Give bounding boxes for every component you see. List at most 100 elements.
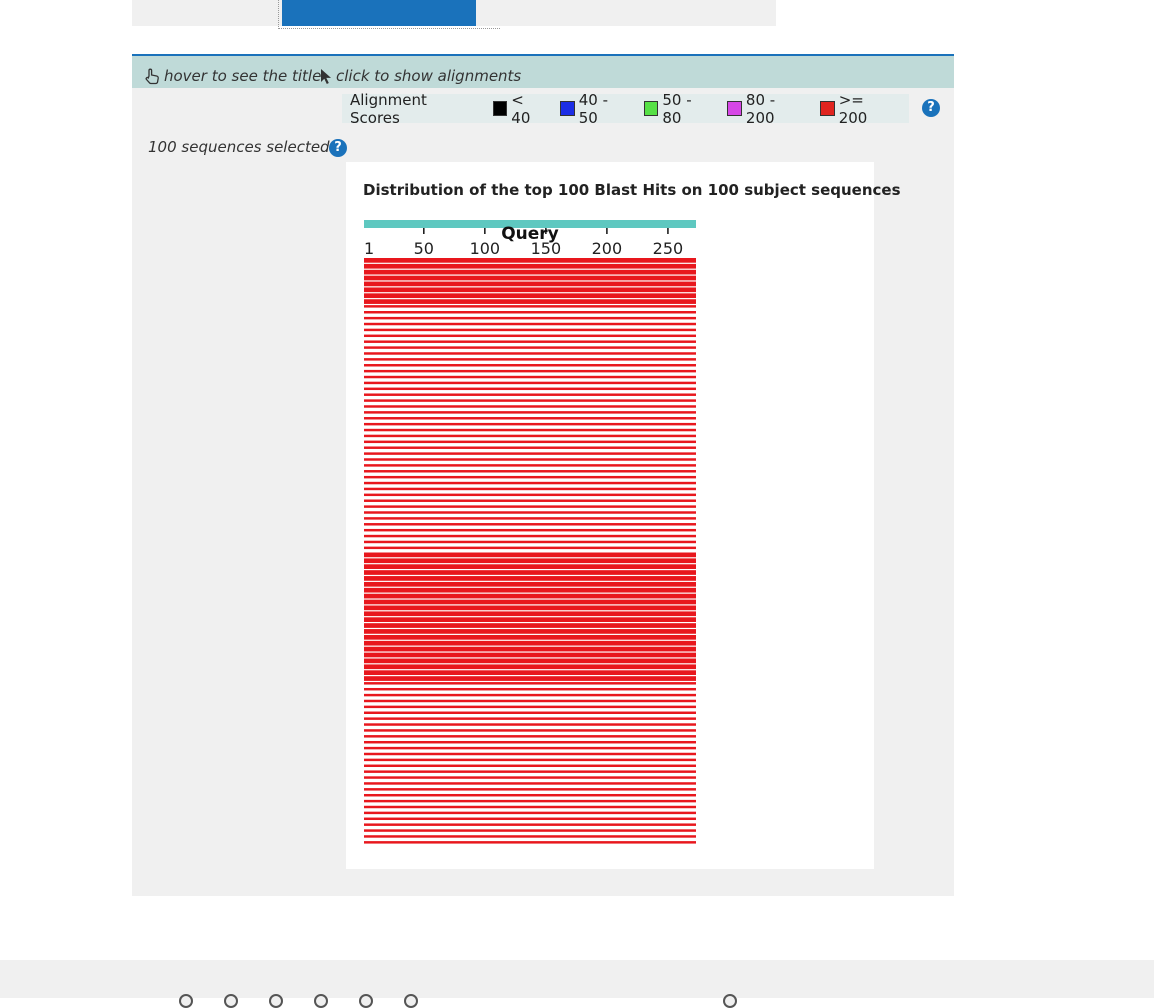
hit-bar: [364, 369, 696, 373]
hit-bar: [364, 499, 696, 502]
hit-bar: [364, 629, 696, 634]
hover-hint-text: hover to see the title: [164, 67, 322, 85]
hint-bar: hover to see the title click to show ali…: [132, 54, 954, 88]
hit-bar: [364, 829, 696, 832]
hit-bar: [364, 617, 696, 622]
hit-bar: [364, 811, 696, 815]
legend-item: < 40: [492, 90, 546, 127]
hit-bar: [364, 564, 696, 569]
legend-item: 50 - 80: [643, 90, 714, 127]
hit-bar: [364, 305, 696, 308]
hit-bar: [364, 723, 696, 726]
legend-label: < 40: [511, 90, 531, 127]
hit-bar: [364, 634, 696, 640]
tick-label: 150: [531, 239, 562, 258]
legend-item: >= 200: [820, 91, 895, 127]
hit-bar: [364, 841, 696, 844]
legend-swatch: [492, 101, 508, 116]
hit-bar: [364, 517, 696, 520]
hit-bar: [364, 528, 696, 532]
hit-bar: [364, 493, 696, 497]
hit-bar: [364, 740, 696, 744]
hit-bar: [364, 540, 696, 544]
hit-bar: [364, 782, 696, 785]
hit-bar: [364, 299, 696, 304]
hit-bar: [364, 587, 696, 593]
hit-bar: [364, 758, 696, 762]
click-hint: click to show alignments: [320, 67, 521, 85]
circle-icon[interactable]: [723, 994, 737, 1008]
hit-bar: [364, 640, 696, 646]
selection-help-icon[interactable]: ?: [329, 139, 347, 157]
hit-bar: [364, 481, 696, 485]
circle-icon[interactable]: [269, 994, 283, 1008]
hit-bar: [364, 611, 696, 617]
chart-canvas: Query1 50 100 150 200 250: [364, 220, 696, 844]
legend-label: 50 - 80: [662, 90, 692, 127]
hit-bar: [364, 776, 696, 779]
hit-bar: [364, 358, 696, 361]
tick-label: 200: [592, 239, 623, 258]
hit-bar: [364, 658, 696, 664]
hit-bar: [364, 505, 696, 508]
hit-bar: [364, 464, 696, 467]
hit-bar: [364, 570, 696, 575]
hit-bar: [364, 446, 696, 449]
graphic-overview-strip: [132, 0, 776, 29]
hit-bar: [364, 281, 696, 287]
legend-label: 40 - 50: [578, 90, 609, 127]
hit-bar: [364, 523, 696, 526]
hit-bar: [364, 534, 696, 538]
hit-bar: [364, 487, 696, 491]
hit-bar: [364, 835, 696, 838]
hit-bar: [364, 340, 696, 343]
hit-bar: [364, 311, 696, 314]
tick-label: 1: [364, 239, 374, 258]
pointing-hand-icon: [144, 68, 161, 85]
circle-icon[interactable]: [224, 994, 238, 1008]
hit-bar: [364, 434, 696, 438]
hit-bar: [364, 328, 696, 332]
hit-bar: [364, 417, 696, 420]
hit-bar: [364, 699, 696, 703]
hit-bar: [364, 405, 696, 408]
hit-bar: [364, 764, 696, 768]
hit-bar: [364, 558, 696, 564]
circle-icon[interactable]: [314, 994, 328, 1008]
hit-bar: [364, 788, 696, 791]
hit-bar: [364, 381, 696, 385]
circle-icon[interactable]: [404, 994, 418, 1008]
circle-icon[interactable]: [179, 994, 193, 1008]
selection-outline: [278, 0, 500, 29]
hit-bar: [364, 623, 696, 628]
click-hint-text: click to show alignments: [336, 67, 522, 85]
hit-bar: [364, 652, 696, 658]
hit-bar: [364, 693, 696, 697]
hit-bar: [364, 287, 696, 293]
hit-bar: [364, 258, 696, 263]
hover-hint: hover to see the title: [144, 67, 321, 85]
hit-bar: [364, 552, 696, 558]
legend-item: 40 - 50: [560, 91, 630, 127]
legend-swatch: [643, 101, 659, 116]
legend-swatch: [560, 101, 575, 116]
hit-bar: [364, 546, 696, 550]
blast-hits-chart: Distribution of the top 100 Blast Hits o…: [346, 162, 901, 869]
hit-bar: [364, 399, 696, 402]
hit-bar: [364, 458, 696, 461]
legend-item: 80 - 200: [727, 91, 806, 127]
hit-bar: [364, 793, 696, 797]
circle-icon[interactable]: [359, 994, 373, 1008]
legend-label: >= 200: [838, 90, 868, 127]
legend-help-icon[interactable]: ?: [922, 99, 940, 117]
hit-bar: [364, 422, 696, 426]
hit-bar: [364, 375, 696, 379]
hit-bar: [364, 393, 696, 396]
hit-bar: [364, 670, 696, 676]
hit-bar: [364, 581, 696, 587]
hit-bar: [364, 664, 696, 670]
page-footer: [0, 960, 1154, 1008]
hit-bar: [364, 269, 696, 275]
hit-bar: [364, 605, 696, 611]
hit-bar: [364, 440, 696, 444]
